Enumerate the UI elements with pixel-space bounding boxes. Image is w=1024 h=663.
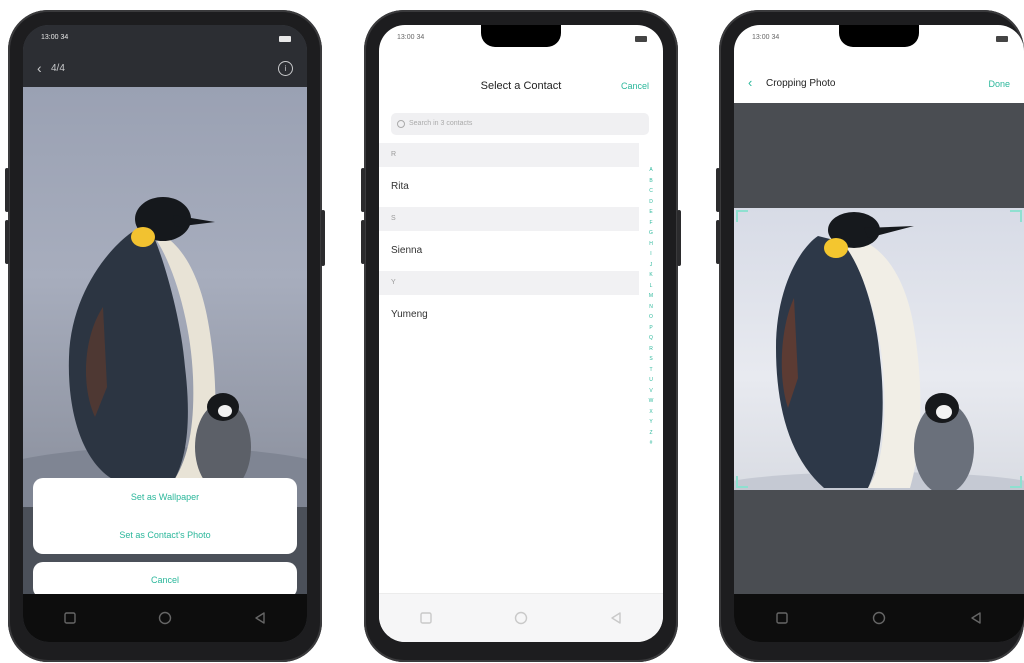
- section-header: R: [379, 143, 639, 167]
- cancel-button[interactable]: Cancel: [621, 81, 649, 91]
- status-bar: 13:00 34: [379, 25, 663, 53]
- index-letter[interactable]: S: [649, 354, 652, 365]
- index-letter[interactable]: W: [649, 396, 654, 407]
- index-letter[interactable]: Q: [649, 333, 653, 344]
- volume-button: [361, 168, 365, 212]
- navigation-bar: [23, 594, 307, 642]
- list-item[interactable]: Yumeng: [379, 295, 639, 335]
- battery-icon: [279, 36, 291, 42]
- index-letter[interactable]: O: [649, 312, 653, 323]
- crop-handle[interactable]: [736, 210, 748, 222]
- cancel-button[interactable]: Cancel: [33, 562, 297, 598]
- index-letter[interactable]: I: [650, 249, 651, 260]
- index-letter[interactable]: F: [649, 218, 652, 229]
- nav-square-icon[interactable]: [416, 608, 436, 628]
- page-title: Cropping Photo: [766, 78, 836, 89]
- index-letter[interactable]: Y: [649, 417, 652, 428]
- index-letter[interactable]: N: [649, 302, 653, 313]
- status-time: 13:00 34: [397, 34, 425, 41]
- nav-back-icon[interactable]: [966, 608, 986, 628]
- nav-square-icon[interactable]: [60, 608, 80, 628]
- penguin-image: [734, 212, 1024, 490]
- battery-icon: [996, 36, 1008, 42]
- screen: 13:00 34 ‹ 4/4 i Set as Wallpaper Set as…: [23, 25, 307, 642]
- nav-circle-icon[interactable]: [869, 608, 889, 628]
- list-item[interactable]: Rita: [379, 167, 639, 207]
- section-header: Y: [379, 271, 639, 295]
- volume-button: [361, 220, 365, 264]
- power-button: [321, 210, 325, 266]
- crop-handle[interactable]: [736, 476, 748, 488]
- index-letter[interactable]: B: [649, 176, 652, 187]
- action-sheet: Set as Wallpaper Set as Contact's Photo: [33, 478, 297, 554]
- list-item[interactable]: Sienna: [379, 231, 639, 271]
- volume-button: [716, 220, 720, 264]
- navigation-bar: [734, 594, 1024, 642]
- index-letter[interactable]: M: [649, 291, 653, 302]
- section-header: S: [379, 207, 639, 231]
- index-letter[interactable]: E: [649, 207, 652, 218]
- index-letter[interactable]: D: [649, 197, 653, 208]
- index-letter[interactable]: L: [650, 281, 653, 292]
- nav-back-icon[interactable]: [606, 608, 626, 628]
- crop-header: 13:00 34 ‹ Cropping Photo Done: [734, 25, 1024, 103]
- contact-list: R Rita S Sienna Y Yumeng: [379, 143, 639, 335]
- photo: [23, 87, 307, 507]
- phone-wallpaper-options: 13:00 34 ‹ 4/4 i Set as Wallpaper Set as…: [5, 10, 325, 662]
- index-letter[interactable]: R: [649, 344, 653, 355]
- index-letter[interactable]: T: [649, 365, 652, 376]
- index-letter[interactable]: C: [649, 186, 653, 197]
- crop-area[interactable]: [734, 208, 1024, 490]
- index-letter[interactable]: U: [649, 375, 653, 386]
- done-button[interactable]: Done: [988, 79, 1010, 89]
- back-icon[interactable]: ‹: [37, 60, 42, 76]
- status-time: 13:00 34: [752, 34, 780, 41]
- volume-button: [5, 220, 9, 264]
- search-icon: [397, 120, 405, 128]
- nav-circle-icon[interactable]: [155, 608, 175, 628]
- search-input[interactable]: Search in 3 contacts: [391, 113, 649, 135]
- viewer-top-bar: 13:00 34 ‹ 4/4 i: [23, 25, 307, 87]
- screen: 13:00 34 Select a Contact Cancel Search …: [379, 25, 663, 642]
- back-icon[interactable]: ‹: [748, 75, 752, 90]
- cancel-sheet: Cancel: [33, 562, 297, 598]
- phone-cropping-photo: 13:00 34 ‹ Cropping Photo Done: [716, 10, 1024, 662]
- status-bar: 13:00 34: [734, 25, 1024, 53]
- battery-icon: [635, 36, 647, 42]
- photo-counter: 4/4: [51, 63, 65, 74]
- nav-square-icon[interactable]: [772, 608, 792, 628]
- index-letter[interactable]: J: [650, 260, 653, 271]
- alphabet-index[interactable]: A B C D E F G H I J K L M N O P Q R S T U V W X Y Z #: [647, 165, 655, 449]
- index-letter[interactable]: A: [649, 165, 652, 176]
- index-letter[interactable]: X: [649, 407, 652, 418]
- power-button: [677, 210, 681, 266]
- navigation-bar: [379, 593, 663, 642]
- search-placeholder: Search in 3 contacts: [409, 120, 473, 127]
- set-wallpaper-button[interactable]: Set as Wallpaper: [33, 478, 297, 516]
- index-letter[interactable]: H: [649, 239, 653, 250]
- crop-handle[interactable]: [1010, 476, 1022, 488]
- index-letter[interactable]: Z: [649, 428, 652, 439]
- set-contact-photo-button[interactable]: Set as Contact's Photo: [33, 516, 297, 554]
- index-letter[interactable]: P: [649, 323, 652, 334]
- index-letter[interactable]: V: [649, 386, 652, 397]
- volume-button: [716, 168, 720, 212]
- info-icon[interactable]: i: [278, 61, 293, 76]
- volume-button: [5, 168, 9, 212]
- screen: 13:00 34 ‹ Cropping Photo Done: [734, 25, 1024, 642]
- index-letter[interactable]: #: [650, 438, 653, 449]
- penguin-image: [23, 197, 307, 507]
- nav-back-icon[interactable]: [250, 608, 270, 628]
- status-time: 13:00 34: [41, 34, 69, 41]
- status-bar: 13:00 34: [23, 25, 307, 53]
- phone-select-contact: 13:00 34 Select a Contact Cancel Search …: [361, 10, 681, 662]
- index-letter[interactable]: G: [649, 228, 653, 239]
- index-letter[interactable]: K: [649, 270, 652, 281]
- nav-circle-icon[interactable]: [511, 608, 531, 628]
- crop-handle[interactable]: [1010, 210, 1022, 222]
